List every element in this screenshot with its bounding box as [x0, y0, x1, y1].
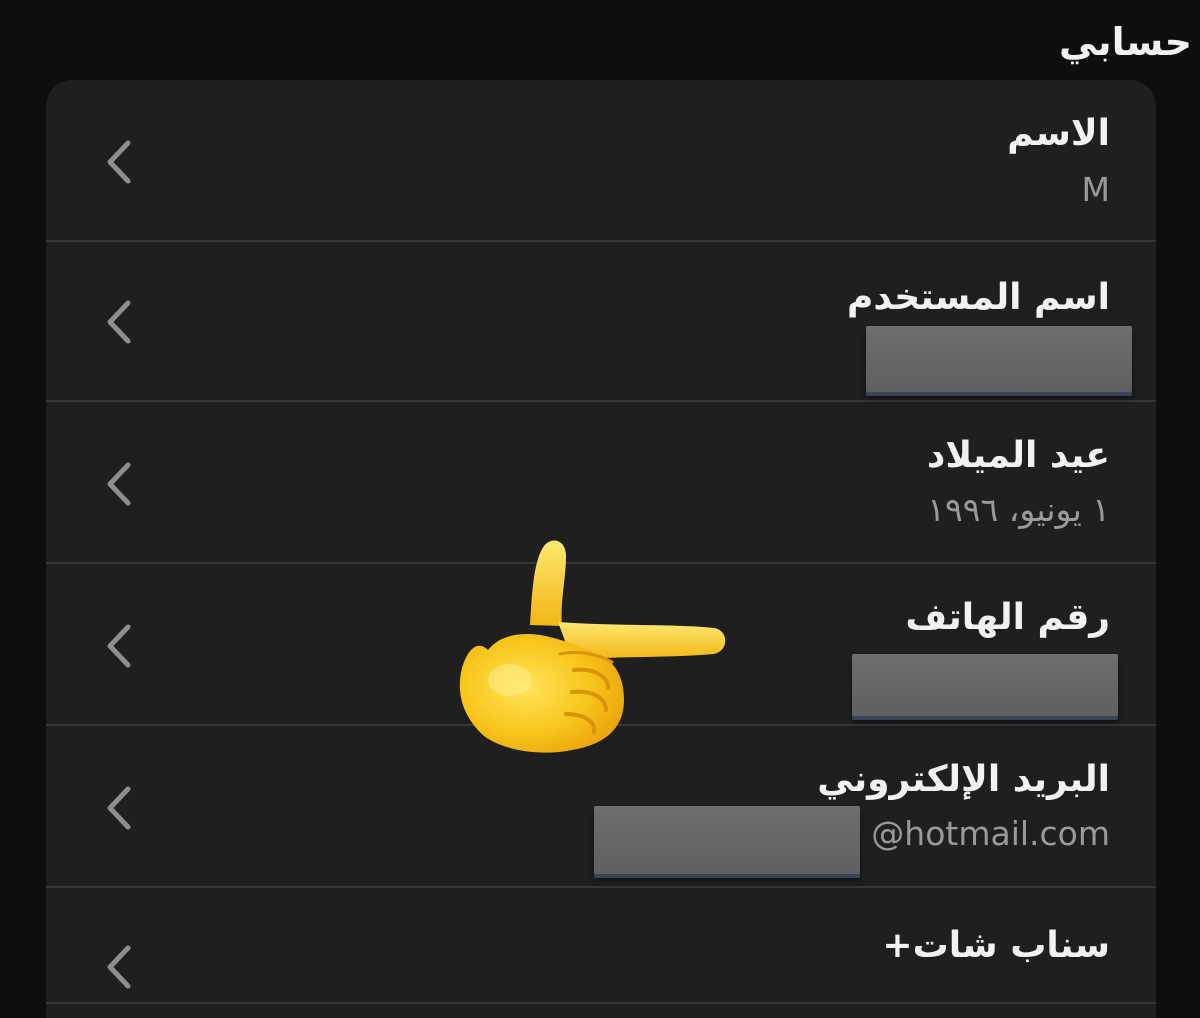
chevron-left-icon: [107, 462, 131, 506]
page-title: حسابي: [1058, 20, 1192, 64]
chevron-left-icon: [107, 300, 131, 344]
account-screen: حسابي الاسم M اسم المستخدم عيد الميلاد ١…: [0, 0, 1200, 1018]
chevron-left-icon: [107, 140, 131, 184]
redacted-email: [594, 806, 860, 874]
name-label: الاسم: [1007, 113, 1110, 154]
phone-number-label: رقم الهاتف: [905, 597, 1110, 638]
redacted-username: [866, 326, 1132, 392]
redacted-phone-number: [852, 654, 1118, 716]
chevron-left-icon: [107, 624, 131, 668]
snapchat-plus-row[interactable]: سناب شات+: [46, 886, 1156, 1018]
birthday-label: عيد الميلاد: [926, 435, 1110, 476]
email-label: البريد الإلكتروني: [817, 759, 1110, 800]
name-value: M: [1081, 170, 1110, 209]
email-domain: @hotmail.com: [871, 814, 1110, 853]
row-divider: [46, 1002, 1156, 1004]
chevron-left-icon: [107, 945, 131, 989]
username-label: اسم المستخدم: [847, 277, 1110, 318]
snapchat-plus-label: سناب شات+: [882, 925, 1110, 966]
pointing-hand-emoji-icon: [459, 540, 726, 753]
chevron-left-icon: [107, 786, 131, 830]
username-row[interactable]: اسم المستخدم: [46, 240, 1156, 402]
birthday-value: ١ يونيو، ١٩٩٦: [927, 490, 1110, 529]
name-row[interactable]: الاسم M: [46, 80, 1156, 242]
